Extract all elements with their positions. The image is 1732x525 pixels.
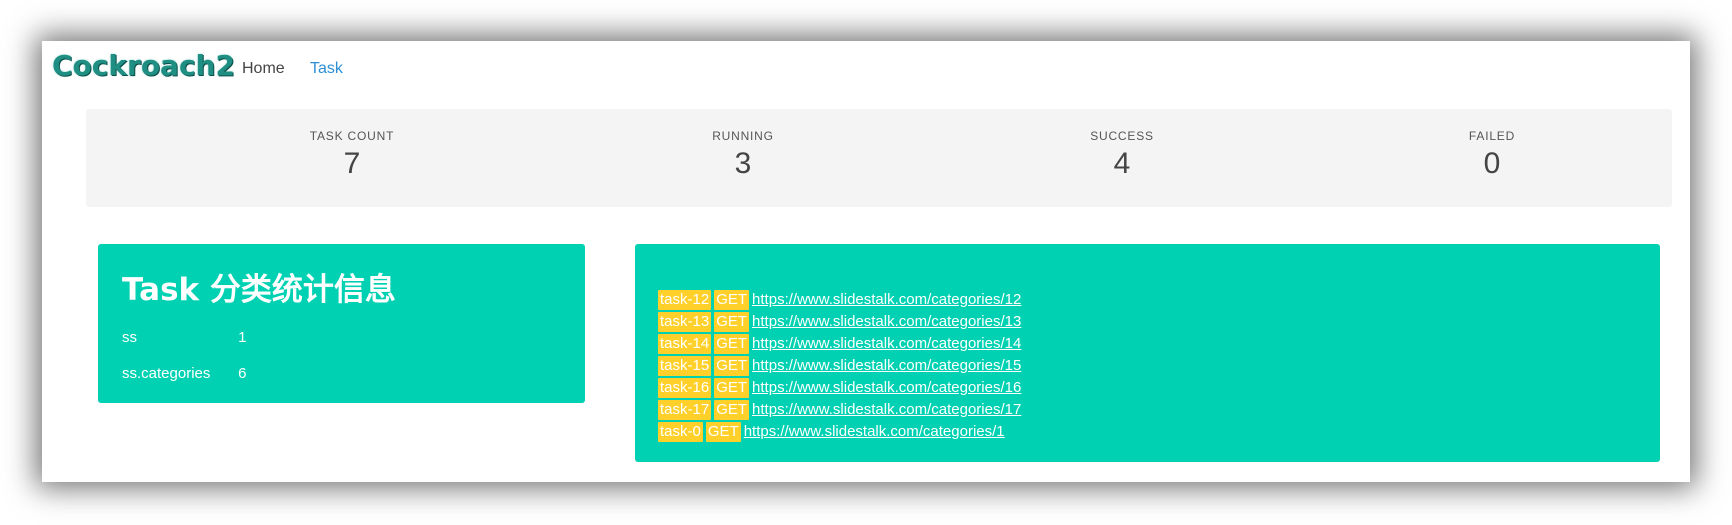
stat-label: SUCCESS [1090,129,1154,143]
task-item: task-13 GET https://www.slidestalk.com/cat… [658,311,1021,333]
task-id-badge: task-0 [658,422,703,442]
navbar: Cockroach2 Home Task [42,41,1690,97]
method-badge: GET [714,378,750,398]
stat-value: 4 [1113,147,1131,180]
task-list: task-12 GET https://www.slidestalk.com/cat… [658,289,1021,443]
task-url-link[interactable]: https://www.slidestalk.com/categories/14 [752,335,1021,352]
category-stats-panel: Task 分类统计信息 ss 1 ss.categories 6 [98,244,585,403]
category-name: ss.categories [122,365,211,382]
task-url-link[interactable]: https://www.slidestalk.com/categories/12 [752,291,1021,308]
task-id-badge: task-14 [658,334,712,354]
category-count: 1 [238,329,247,346]
category-count: 6 [238,365,247,382]
task-list-panel: task-12 GET https://www.slidestalk.com/cat… [635,244,1660,462]
task-item: task-17 GET https://www.slidestalk.com/cat… [658,399,1021,421]
task-id-badge: task-13 [658,312,712,332]
method-badge: GET [714,356,750,376]
task-item: task-14 GET https://www.slidestalk.com/cat… [658,333,1021,355]
method-badge: GET [714,334,750,354]
stat-value: 3 [734,147,752,180]
method-badge: GET [714,400,750,420]
method-badge: GET [714,290,750,310]
task-url-link[interactable]: https://www.slidestalk.com/categories/1 [744,423,1005,440]
stat-label: TASK COUNT [309,129,395,143]
app-window: Cockroach2 Home Task TASK COUNT 7 RUNNIN… [42,41,1690,482]
category-name: ss [122,329,137,346]
task-item: task-12 GET https://www.slidestalk.com/cat… [658,289,1021,311]
category-row: ss 1 [122,329,247,346]
stat-success: SUCCESS 4 [1002,129,1242,181]
stats-summary: TASK COUNT 7 RUNNING 3 SUCCESS 4 FAILED … [86,109,1672,207]
stat-task-count: TASK COUNT 7 [232,129,472,181]
category-row: ss.categories 6 [122,365,247,382]
task-url-link[interactable]: https://www.slidestalk.com/categories/17 [752,401,1021,418]
category-panel-title: Task 分类统计信息 [122,272,396,308]
task-id-badge: task-16 [658,378,712,398]
method-badge: GET [714,312,750,332]
stat-value: 0 [1483,147,1501,180]
brand-logo[interactable]: Cockroach2 [52,49,235,82]
task-item: task-0 GET https://www.slidestalk.com/cate… [658,421,1021,443]
stat-value: 7 [343,147,361,180]
task-item: task-16 GET https://www.slidestalk.com/cat… [658,377,1021,399]
task-id-badge: task-12 [658,290,712,310]
nav-home-link[interactable]: Home [242,60,285,78]
task-url-link[interactable]: https://www.slidestalk.com/categories/13 [752,313,1021,330]
task-item: task-15 GET https://www.slidestalk.com/cat… [658,355,1021,377]
stat-running: RUNNING 3 [623,129,863,181]
stat-label: FAILED [1468,129,1516,143]
stat-failed: FAILED 0 [1372,129,1612,181]
task-id-badge: task-17 [658,400,712,420]
method-badge: GET [705,422,741,442]
stat-label: RUNNING [712,129,774,143]
task-id-badge: task-15 [658,356,712,376]
nav-task-link[interactable]: Task [310,60,343,78]
task-url-link[interactable]: https://www.slidestalk.com/categories/16 [752,379,1021,396]
task-url-link[interactable]: https://www.slidestalk.com/categories/15 [752,357,1021,374]
